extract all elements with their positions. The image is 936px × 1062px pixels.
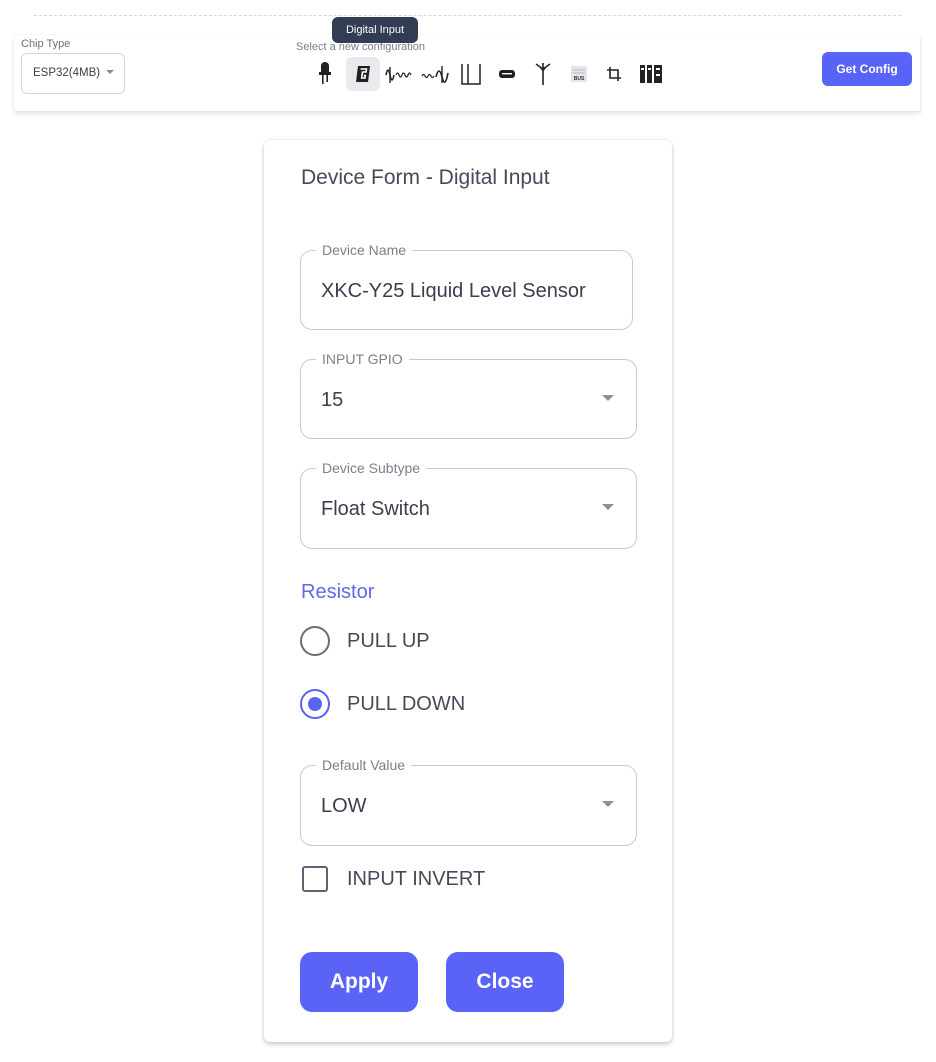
analog-wave-icon[interactable] [382,57,416,91]
device-subtype-label: Device Subtype [316,459,427,477]
chip-type-select[interactable]: ESP32(4MB) [21,53,125,94]
device-form-card: Device Form - Digital Input Device Name … [264,140,672,1042]
input-gpio-select[interactable]: INPUT GPIO 15 [300,350,637,439]
apply-button[interactable]: Apply [300,952,418,1012]
default-value-label: Default Value [316,756,412,774]
chevron-down-icon [602,504,614,510]
led-icon[interactable] [308,57,342,91]
digital-input-tooltip: Digital Input [332,17,418,43]
antenna-icon[interactable] [526,57,560,91]
top-divider [34,15,901,16]
device-name-input[interactable]: XKC-Y25 Liquid Level Sensor [321,278,613,304]
chip-type-label: Chip Type [21,38,71,50]
config-toolbar: Chip Type ESP32(4MB) Select a new config… [14,17,920,111]
default-value-value: LOW [321,795,367,817]
bus-icon[interactable]: BUS [562,57,596,91]
get-config-button[interactable]: Get Config [822,52,912,86]
device-name-label: Device Name [316,241,413,259]
form-title: Device Form - Digital Input [301,166,550,189]
pull-up-label: PULL UP [347,630,430,652]
chevron-down-icon [602,395,614,401]
pwm-wave-icon[interactable] [418,57,452,91]
chevron-down-icon [602,801,614,807]
chip-type-value: ESP32(4MB) [33,67,101,79]
input-gpio-value: 15 [321,389,344,411]
sensor-module-icon[interactable] [634,57,668,91]
input-gpio-label: INPUT GPIO [316,350,409,368]
device-name-field[interactable]: Device Name XKC-Y25 Liquid Level Sensor [300,241,633,330]
device-subtype-value: Float Switch [321,498,430,520]
pull-down-label: PULL DOWN [347,693,466,715]
i2c-connection-icon[interactable] [598,57,632,91]
radio-checked-icon [300,689,330,719]
default-value-select[interactable]: Default Value LOW [300,756,637,846]
digital-input-icon[interactable] [346,57,380,91]
radio-unchecked-icon [300,626,330,656]
checkbox-unchecked-icon [302,866,328,892]
relay-output-icon[interactable] [454,57,488,91]
device-subtype-select[interactable]: Device Subtype Float Switch [300,459,637,549]
display-icon[interactable] [490,57,524,91]
input-invert-label: INPUT INVERT [347,868,486,890]
resistor-label: Resistor [301,581,375,603]
close-button[interactable]: Close [446,952,564,1012]
svg-text:BUS: BUS [574,76,585,82]
chevron-down-icon [106,70,114,74]
